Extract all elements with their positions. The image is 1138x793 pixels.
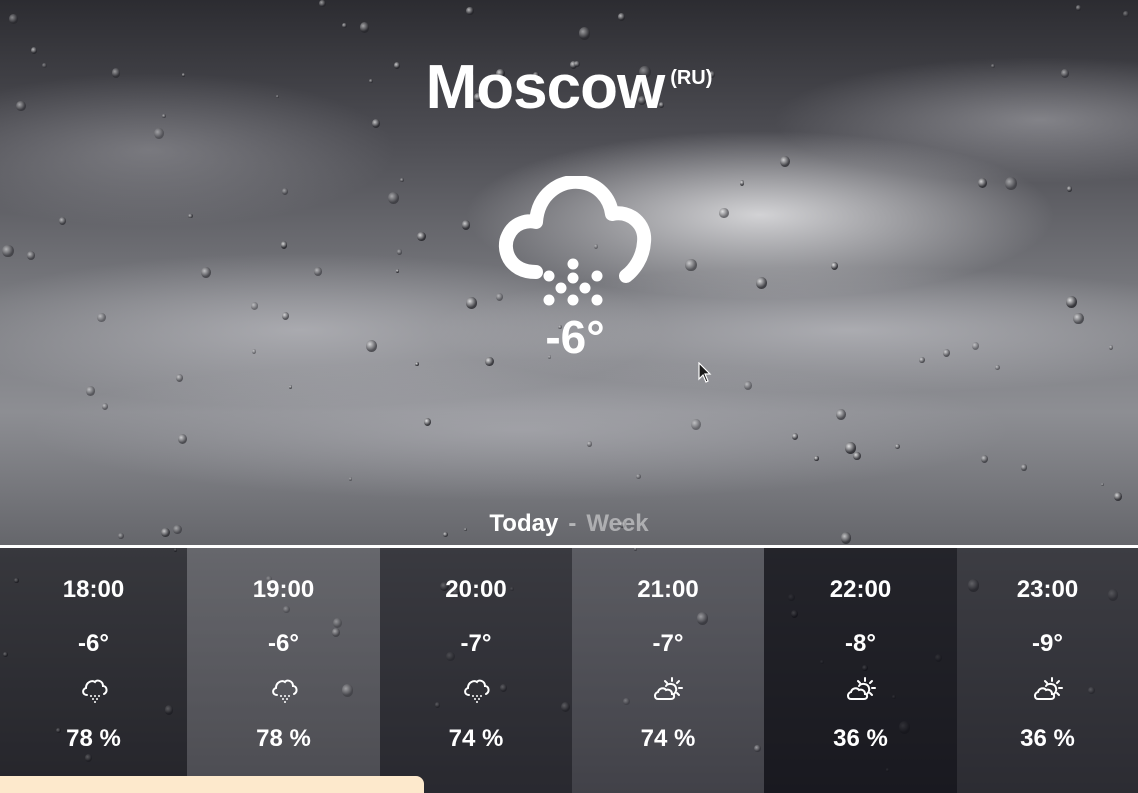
hour-humidity: 36 % — [1020, 725, 1075, 752]
raindrop — [462, 220, 471, 230]
raindrop — [1113, 492, 1122, 501]
raindrop — [313, 267, 322, 276]
period-tabs: Today - Week — [0, 510, 1138, 538]
hour-temperature: -7° — [652, 630, 684, 657]
raindrop — [919, 356, 925, 363]
raindrop — [101, 402, 109, 410]
raindrop — [396, 248, 403, 255]
raindrop — [971, 341, 979, 350]
hour-time: 19:00 — [252, 576, 315, 603]
raindrop — [395, 268, 400, 273]
tab-today[interactable]: Today — [489, 510, 558, 537]
country-code: (RU) — [670, 67, 713, 89]
hour-humidity: 74 % — [640, 725, 696, 752]
hour-time: 23:00 — [1016, 576, 1079, 603]
raindrop — [281, 311, 290, 320]
raindrop — [8, 14, 18, 24]
raindrop — [387, 192, 399, 205]
raindrop — [466, 6, 474, 15]
hour-time: 22:00 — [829, 576, 892, 603]
hour-humidity: 78 % — [66, 725, 121, 752]
raindrop — [618, 12, 626, 21]
raindrop — [719, 207, 729, 219]
raindrop — [415, 361, 419, 366]
hour-temperature: -6° — [78, 630, 109, 657]
raindrop — [895, 443, 900, 449]
bottom-bar — [0, 776, 424, 793]
raindrop — [1073, 312, 1084, 325]
hour-time: 20:00 — [445, 576, 507, 603]
raindrop — [739, 180, 745, 186]
raindrop — [831, 261, 839, 270]
raindrop — [97, 312, 106, 323]
partly-cloudy-sun-icon — [1033, 677, 1063, 700]
hour-column: 18:00 -6° 78 % — [0, 548, 187, 793]
hour-humidity: 36 % — [833, 725, 888, 752]
tab-week[interactable]: Week — [586, 510, 648, 537]
raindrop — [755, 276, 767, 290]
raindrop — [416, 231, 426, 242]
raindrop — [2, 244, 14, 258]
raindrop — [485, 356, 494, 367]
hour-column: 23:00 -9° 36 % — [957, 548, 1138, 793]
partly-cloudy-sun-icon — [846, 677, 876, 700]
hour-column: 22:00 -8° 36 % — [764, 548, 957, 793]
hour-temperature: -9° — [1032, 630, 1063, 657]
raindrop — [348, 477, 352, 481]
raindrop — [58, 216, 66, 225]
mouse-cursor-icon — [698, 362, 712, 383]
hour-time: 21:00 — [637, 576, 699, 603]
hour-time: 18:00 — [62, 576, 125, 603]
raindrop — [342, 22, 347, 28]
raindrop — [281, 187, 289, 195]
raindrop — [465, 297, 477, 310]
hourly-forecast: 18:00 -6° 78 % 19:00 -6° 78 % 20:00 -7° … — [0, 548, 1138, 793]
raindrop — [27, 250, 36, 260]
raindrop — [779, 156, 790, 168]
raindrop — [1100, 482, 1104, 486]
partly-cloudy-sun-icon — [654, 677, 683, 700]
hour-temperature: -7° — [460, 630, 492, 657]
raindrop — [153, 127, 164, 139]
hour-temperature: -6° — [268, 630, 299, 657]
raindrop — [177, 434, 187, 445]
raindrop — [743, 380, 752, 390]
cloud-snow-icon — [464, 679, 490, 703]
hour-column: 19:00 -6° 78 % — [187, 548, 380, 793]
tab-separator: - — [568, 510, 577, 537]
hour-humidity: 78 % — [256, 725, 311, 752]
city-name: Moscow — [425, 53, 666, 122]
current-temperature: -6° — [545, 311, 605, 363]
raindrop — [251, 302, 258, 310]
raindrop — [853, 451, 861, 460]
raindrop — [251, 349, 257, 354]
raindrop — [791, 433, 798, 440]
raindrop — [814, 455, 819, 461]
cloud-snow-icon — [271, 679, 297, 703]
raindrop — [1021, 464, 1027, 471]
hour-temperature: -8° — [845, 630, 876, 657]
cloud-snow-icon — [81, 679, 107, 703]
hour-humidity: 74 % — [448, 725, 504, 752]
raindrop — [280, 241, 288, 249]
cloud-snow-icon — [498, 176, 652, 306]
raindrop — [319, 0, 326, 8]
hour-column: 20:00 -7° 74 % — [380, 548, 572, 793]
location-header: Moscow (RU) — [0, 52, 1138, 123]
hour-column: 21:00 -7° 74 % — [572, 548, 764, 793]
raindrop — [188, 213, 193, 219]
